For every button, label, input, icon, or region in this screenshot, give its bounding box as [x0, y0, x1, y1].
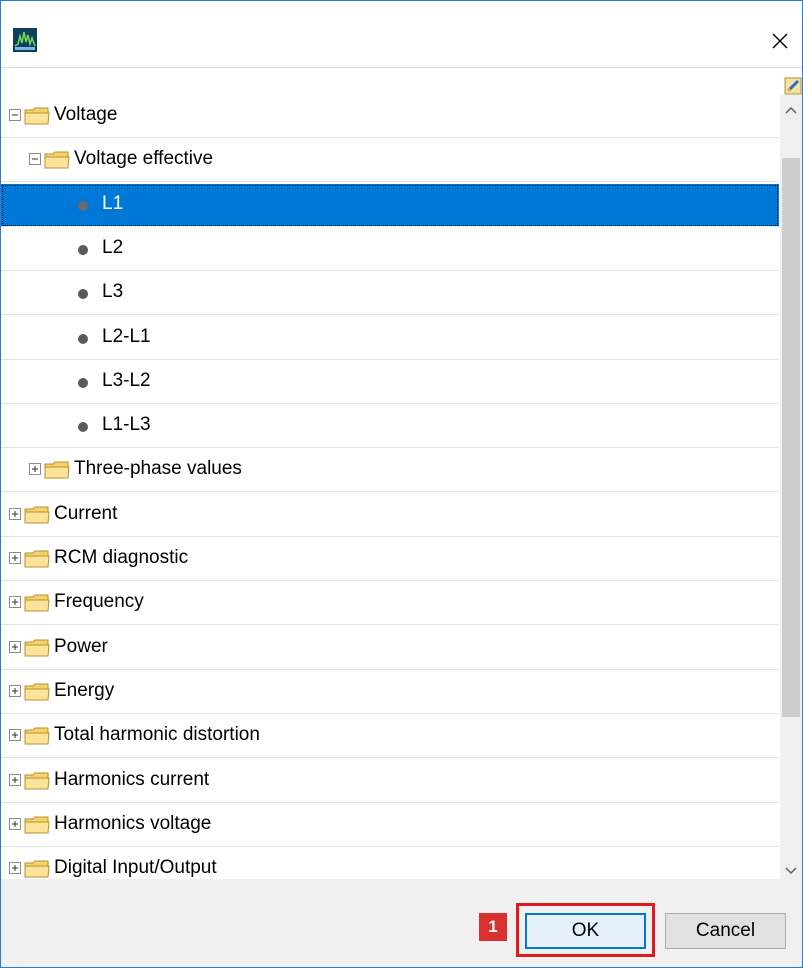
tree-leaf-item[interactable]: L2-L1 [1, 317, 779, 360]
tree-leaf-item[interactable]: L1 [1, 184, 779, 227]
folder-icon [24, 639, 50, 657]
tree-item-label: Energy [54, 680, 115, 701]
expand-icon[interactable] [9, 641, 21, 653]
data-point-icon [78, 289, 88, 299]
expand-icon[interactable] [9, 596, 21, 608]
vertical-scrollbar[interactable] [780, 95, 802, 886]
tree-item-label: Harmonics voltage [54, 813, 212, 834]
tree-folder-item[interactable]: Harmonics voltage [1, 804, 779, 847]
data-point-icon [78, 378, 88, 388]
scroll-thumb[interactable] [782, 158, 800, 717]
tree-folder-item[interactable]: Voltage [1, 95, 779, 138]
tree-item-label: Voltage effective [74, 148, 214, 169]
folder-icon [24, 727, 50, 745]
folder-icon [24, 107, 50, 125]
tree-folder-item[interactable]: Harmonics current [1, 760, 779, 803]
collapse-icon[interactable] [9, 109, 21, 121]
tree-folder-item[interactable]: RCM diagnostic [1, 538, 779, 581]
expand-icon[interactable] [9, 774, 21, 786]
scroll-up-button[interactable] [780, 95, 802, 125]
tree-item-label: L3 [102, 281, 124, 302]
folder-icon [24, 506, 50, 524]
folder-icon [24, 550, 50, 568]
dialog-footer: 1 OK Cancel [1, 879, 802, 967]
tree-item-label: L2 [102, 237, 124, 258]
tree-folder-item[interactable]: Three-phase values [1, 449, 779, 492]
expand-icon[interactable] [9, 685, 21, 697]
folder-icon [24, 772, 50, 790]
expand-icon[interactable] [9, 862, 21, 874]
folder-icon [44, 151, 70, 169]
tree-leaf-item[interactable]: L3 [1, 272, 779, 315]
folder-icon [24, 860, 50, 878]
tree-item-label: Harmonics current [54, 769, 210, 790]
data-point-icon [78, 201, 88, 211]
tree-folder-item[interactable]: Current [1, 494, 779, 537]
expand-icon[interactable] [9, 552, 21, 564]
tree-item-label: Frequency [54, 591, 144, 612]
dialog-window: Voltage Voltage effective L1 L2 L3 L2-L1 L3-L2… [0, 0, 803, 968]
folder-icon [24, 683, 50, 701]
title-bar [1, 1, 802, 67]
tree-leaf-item[interactable]: L1-L3 [1, 405, 779, 448]
chevron-up-icon [785, 106, 797, 114]
tree-folder-item[interactable]: Total harmonic distortion [1, 715, 779, 758]
data-point-icon [78, 422, 88, 432]
close-button[interactable] [758, 21, 802, 61]
tree-item-label: Power [54, 636, 108, 657]
tree-item-label: L1-L3 [102, 414, 151, 435]
ok-button[interactable]: OK [525, 913, 646, 949]
edit-pencil-icon[interactable] [784, 77, 802, 95]
close-icon [772, 33, 788, 49]
tree-item-label: L3-L2 [102, 370, 151, 391]
expand-icon[interactable] [9, 818, 21, 830]
cancel-button[interactable]: Cancel [665, 913, 786, 949]
tree-item-label: L1 [102, 193, 124, 214]
chevron-down-icon [785, 867, 797, 875]
tree-item-label: RCM diagnostic [54, 547, 189, 568]
tree-item-label: Voltage [54, 104, 118, 125]
tree-item-label: Current [54, 503, 118, 524]
data-point-icon [78, 245, 88, 255]
parameter-tree[interactable]: Voltage Voltage effective L1 L2 L3 L2-L1 L3-L2… [1, 95, 779, 886]
expand-icon[interactable] [29, 463, 41, 475]
tree-item-label: L2-L1 [102, 326, 151, 347]
data-point-icon [78, 334, 88, 344]
tree-folder-item[interactable]: Energy [1, 671, 779, 714]
app-logo-icon [13, 28, 37, 52]
folder-icon [44, 461, 70, 479]
folder-icon [24, 594, 50, 612]
tree-item-label: Three-phase values [74, 458, 242, 479]
tree-leaf-item[interactable]: L2 [1, 228, 779, 271]
tree-folder-item[interactable]: Frequency [1, 582, 779, 625]
step-badge: 1 [479, 913, 507, 941]
tree-item-label: Total harmonic distortion [54, 724, 260, 745]
folder-icon [24, 816, 50, 834]
collapse-icon[interactable] [29, 153, 41, 165]
expand-icon[interactable] [9, 508, 21, 520]
tree-folder-item[interactable]: Power [1, 627, 779, 670]
expand-icon[interactable] [9, 729, 21, 741]
content-area: Voltage Voltage effective L1 L2 L3 L2-L1 L3-L2… [1, 67, 802, 886]
tree-leaf-item[interactable]: L3-L2 [1, 361, 779, 404]
tree-folder-item[interactable]: Voltage effective [1, 139, 779, 182]
tree-item-label: Digital Input/Output [54, 857, 217, 878]
